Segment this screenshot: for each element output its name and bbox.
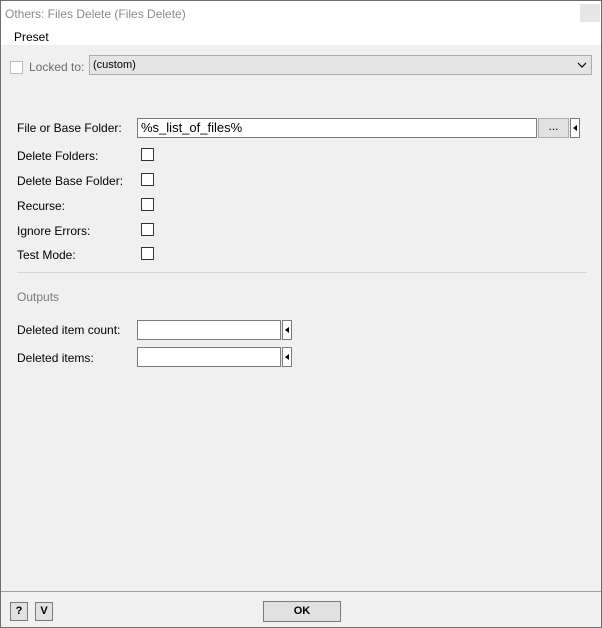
delete-base-folder-checkbox[interactable] [141, 173, 154, 186]
arrow-left-icon [285, 327, 289, 333]
section-divider [17, 272, 587, 273]
file-folder-label: File or Base Folder: [17, 121, 122, 135]
title-bar: Others: Files Delete (Files Delete) [1, 1, 601, 27]
delete-base-folder-label: Delete Base Folder: [17, 174, 124, 188]
arrow-left-icon [285, 354, 289, 360]
outputs-heading: Outputs [17, 290, 60, 304]
delete-folders-checkbox[interactable] [141, 148, 154, 161]
ignore-errors-label: Ignore Errors: [17, 224, 91, 238]
file-folder-input[interactable]: %s_list_of_files% [137, 118, 537, 138]
window-title: Others: Files Delete (Files Delete) [5, 7, 186, 21]
locked-dropdown[interactable]: (custom) [89, 55, 592, 75]
recurse-label: Recurse: [17, 199, 66, 213]
close-button[interactable] [580, 4, 600, 22]
locked-checkbox[interactable] [10, 61, 23, 74]
ok-button[interactable]: OK [263, 601, 341, 622]
help-button[interactable]: ? [10, 602, 28, 621]
deleted-items-input[interactable] [137, 347, 281, 367]
ignore-errors-checkbox[interactable] [141, 223, 154, 236]
deleted-count-label: Deleted item count: [17, 323, 121, 337]
test-mode-checkbox[interactable] [141, 247, 154, 260]
v-button[interactable]: V [35, 602, 53, 621]
menu-bar: Preset [1, 27, 601, 45]
file-folder-variable-button[interactable] [570, 118, 580, 138]
footer-divider [1, 591, 601, 592]
deleted-count-input[interactable] [137, 320, 281, 340]
locked-label: Locked to: [29, 60, 85, 74]
recurse-checkbox[interactable] [141, 198, 154, 211]
deleted-count-variable-button[interactable] [282, 320, 292, 340]
delete-folders-label: Delete Folders: [17, 149, 99, 163]
arrow-left-icon [573, 125, 577, 131]
deleted-items-variable-button[interactable] [282, 347, 292, 367]
chevron-down-icon [577, 62, 587, 68]
lock-bar: Locked to: (custom) [1, 45, 601, 85]
deleted-items-label: Deleted items: [17, 351, 94, 365]
browse-button[interactable]: ... [538, 118, 569, 138]
locked-dropdown-value: (custom) [93, 59, 136, 71]
test-mode-label: Test Mode: [17, 248, 76, 262]
dialog-window: Others: Files Delete (Files Delete) Pres… [0, 0, 602, 628]
menu-preset[interactable]: Preset [14, 30, 49, 44]
